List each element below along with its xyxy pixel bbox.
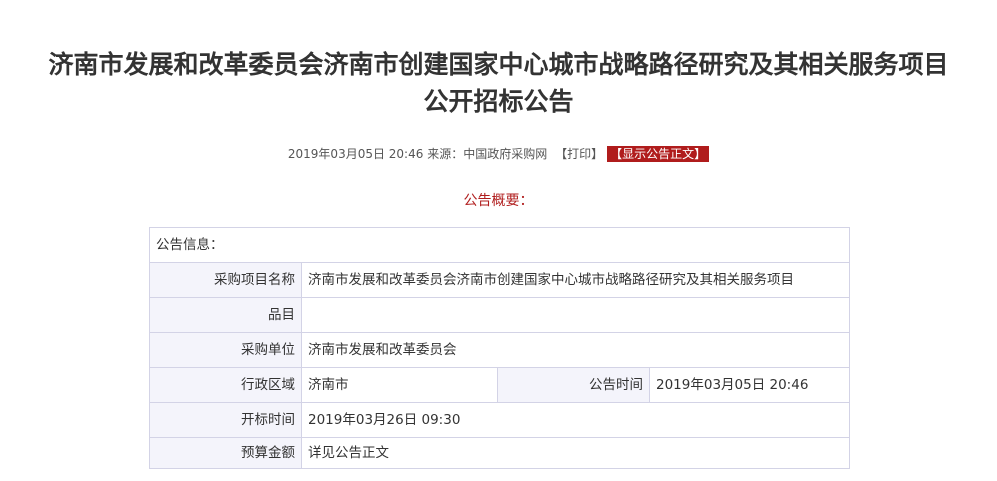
table-row: 品目 xyxy=(149,297,850,333)
budget-value: 详见公告正文 xyxy=(301,437,850,469)
purchaser-label: 采购单位 xyxy=(149,332,302,368)
publish-datetime: 2019年03月05日 20:46 xyxy=(287,147,424,161)
bid-open-time-value: 2019年03月26日 09:30 xyxy=(301,402,850,438)
print-link[interactable]: 【打印】 xyxy=(555,147,603,161)
bid-open-time-label: 开标时间 xyxy=(149,402,302,438)
purchaser-value: 济南市发展和改革委员会 xyxy=(301,332,850,368)
announce-time-label: 公告时间 xyxy=(497,367,650,403)
project-name-label: 采购项目名称 xyxy=(149,262,302,298)
table-row: 采购项目名称 济南市发展和改革委员会济南市创建国家中心城市战略路径研究及其相关服… xyxy=(149,262,850,298)
project-name-value: 济南市发展和改革委员会济南市创建国家中心城市战略路径研究及其相关服务项目 xyxy=(301,262,850,298)
summary-title: 公告概要： xyxy=(463,193,534,209)
source-label: 来源： xyxy=(427,147,464,161)
table-row: 采购单位 济南市发展和改革委员会 xyxy=(149,332,850,368)
page-title: 济南市发展和改革委员会济南市创建国家中心城市战略路径研究及其相关服务项目 xyxy=(48,50,949,79)
table-row: 行政区域 济南市 公告时间 2019年03月05日 20:46 xyxy=(149,367,850,403)
announcement-info-table: 公告信息： 采购项目名称 济南市发展和改革委员会济南市创建国家中心城市战略路径研… xyxy=(149,227,850,469)
category-value xyxy=(301,297,850,333)
budget-label: 预算金额 xyxy=(149,437,302,469)
region-value: 济南市 xyxy=(301,367,498,403)
region-label: 行政区域 xyxy=(149,367,302,403)
article-meta: 2019年03月05日 20:46 来源：中国政府采购网 【打印】 【显示公告正文… xyxy=(0,145,997,163)
category-label: 品目 xyxy=(149,297,302,333)
table-row: 公告信息： xyxy=(149,227,850,263)
section-header: 公告信息： xyxy=(149,227,850,263)
source-name: 中国政府采购网 xyxy=(463,147,548,161)
table-row: 预算金额 详见公告正文 xyxy=(149,437,850,469)
announce-time-value: 2019年03月05日 20:46 xyxy=(649,367,850,403)
page-title-second-line: 公开招标公告 xyxy=(423,87,574,116)
table-row: 开标时间 2019年03月26日 09:30 xyxy=(149,402,850,438)
show-full-text-button[interactable]: 【显示公告正文】 xyxy=(607,146,710,162)
